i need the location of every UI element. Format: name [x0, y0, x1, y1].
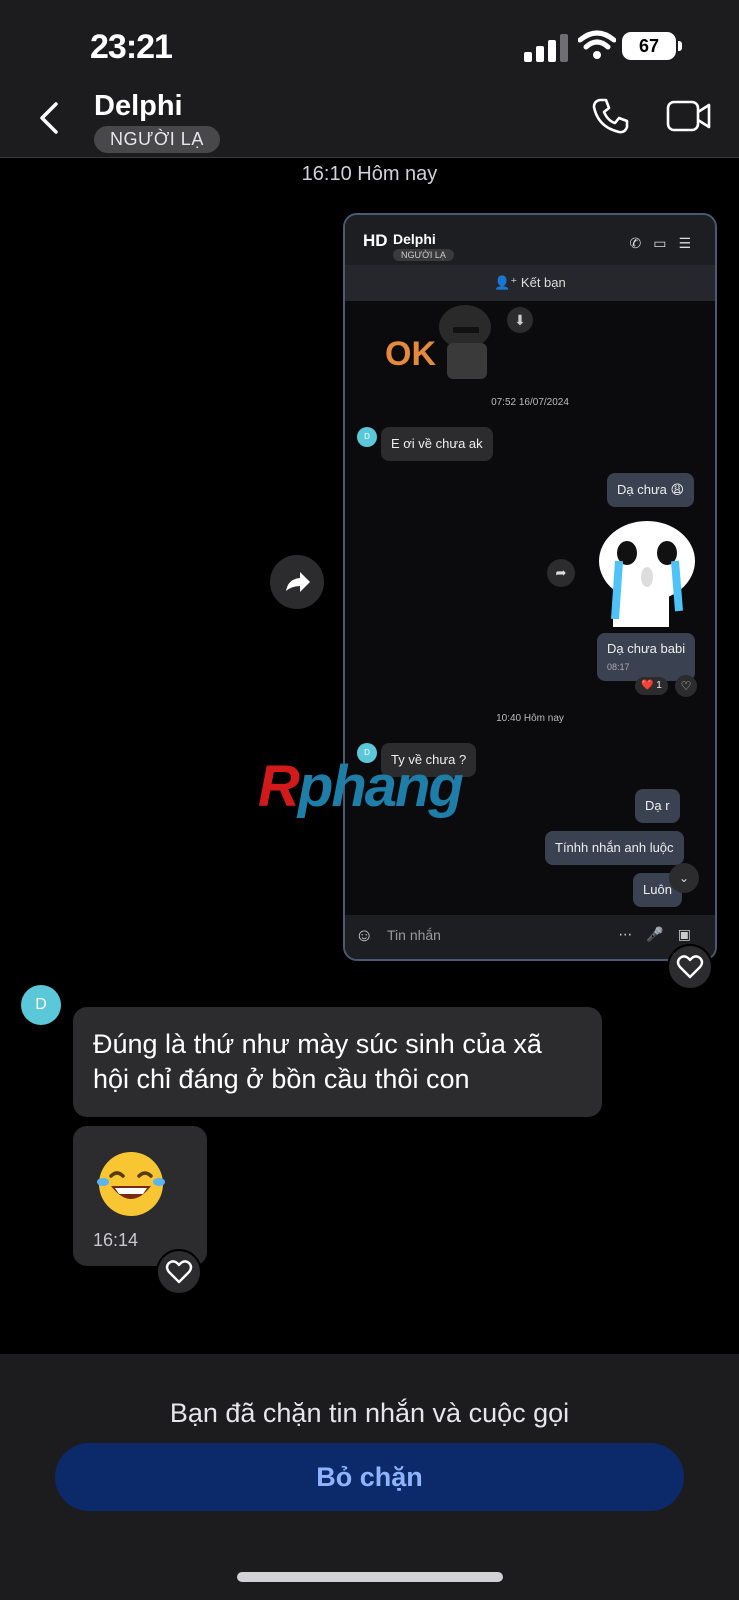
inner-heart-icon: ♡	[675, 675, 697, 697]
heart-icon	[165, 1260, 193, 1284]
inner-reaction-badge: ❤️ 1	[635, 677, 668, 695]
forward-button[interactable]	[270, 555, 324, 609]
unblock-button[interactable]: Bỏ chặn	[55, 1443, 684, 1511]
inner-reply: Dạ chưa 😩	[607, 473, 695, 507]
chat-area[interactable]: 16:10 Hôm nay HD Delphi NGƯỜI LẠ ✆▭☰ 👤⁺ …	[0, 159, 739, 1354]
inner-time-separator: 07:52 16/07/2024	[491, 397, 569, 408]
chat-header: Delphi NGƯỜI LẠ	[0, 84, 739, 158]
back-arrow-icon[interactable]	[34, 98, 68, 138]
forward-arrow-icon	[286, 572, 310, 592]
inner-input-placeholder: Tin nhắn	[387, 927, 441, 943]
inner-initials: HD	[363, 231, 388, 250]
inner-message: E ơi về chưa ak	[381, 427, 493, 461]
inner-stranger-badge: NGƯỜI LẠ	[393, 249, 454, 261]
phone-call-icon[interactable]	[590, 96, 630, 136]
contact-name[interactable]: Delphi	[94, 90, 183, 123]
svg-text:OK: OK	[385, 335, 436, 373]
time-separator: 16:10 Hôm nay	[301, 163, 438, 185]
battery-level: 67	[622, 32, 676, 60]
status-time: 23:21	[90, 28, 173, 66]
status-bar: 23:21 67	[0, 0, 739, 84]
inner-header: HD Delphi NGƯỜI LẠ ✆▭☰	[345, 215, 715, 265]
inner-emoji-icon: ☺	[355, 925, 374, 945]
inner-header-icons: ✆▭☰	[629, 235, 703, 251]
video-call-icon[interactable]	[666, 98, 712, 134]
download-icon: ⬇	[507, 307, 533, 333]
inner-reply: Dạ chưa babi 08:17	[597, 633, 696, 681]
inner-reply: Tínhh nhắn anh luộc	[545, 831, 684, 865]
inner-avatar: D	[357, 427, 377, 447]
ok-sticker-image: OK	[385, 305, 491, 379]
react-heart-button[interactable]	[156, 1249, 202, 1295]
blocked-panel: Bạn đã chặn tin nhắn và cuộc gọi Bỏ chặn	[0, 1354, 739, 1600]
inner-time-separator: 10:40 Hôm nay	[496, 713, 564, 724]
avatar[interactable]: D	[21, 985, 61, 1025]
incoming-message[interactable]: Đúng là thứ như mày súc sinh của xã hội …	[73, 1007, 602, 1117]
react-heart-button[interactable]	[667, 944, 713, 990]
inner-add-friend-icon: 👤⁺	[494, 275, 521, 290]
wifi-icon	[578, 30, 616, 59]
shared-screenshot-image[interactable]: HD Delphi NGƯỜI LẠ ✆▭☰ 👤⁺ Kết bạn OK ⬇ 0…	[343, 213, 717, 961]
message-time: 16:14	[93, 1230, 139, 1250]
battery-icon: 67	[622, 32, 682, 60]
stranger-badge: NGƯỜI LẠ	[94, 126, 220, 153]
home-indicator[interactable]	[237, 1572, 503, 1582]
inner-reply: Dạ r	[635, 789, 680, 823]
laughing-emoji-icon	[97, 1152, 165, 1216]
inner-contact-name: Delphi	[393, 231, 436, 247]
inner-input-bar: ☺ Tin nhắn ⋯🎤▣	[345, 915, 715, 959]
heart-icon	[676, 955, 704, 979]
watermark-logo: Rphang	[258, 754, 464, 819]
inner-add-friend: 👤⁺ Kết bạn	[345, 265, 715, 301]
emoji-message[interactable]: 16:14	[73, 1126, 207, 1266]
crying-sticker-image	[599, 521, 695, 627]
inner-scroll-down-icon: ⌄	[669, 863, 699, 893]
inner-input-icons: ⋯🎤▣	[618, 926, 705, 942]
cellular-signal-icon	[524, 34, 568, 62]
inner-forward-icon: ➦	[547, 559, 575, 587]
blocked-notice: Bạn đã chặn tin nhắn và cuộc gọi	[169, 1398, 570, 1428]
